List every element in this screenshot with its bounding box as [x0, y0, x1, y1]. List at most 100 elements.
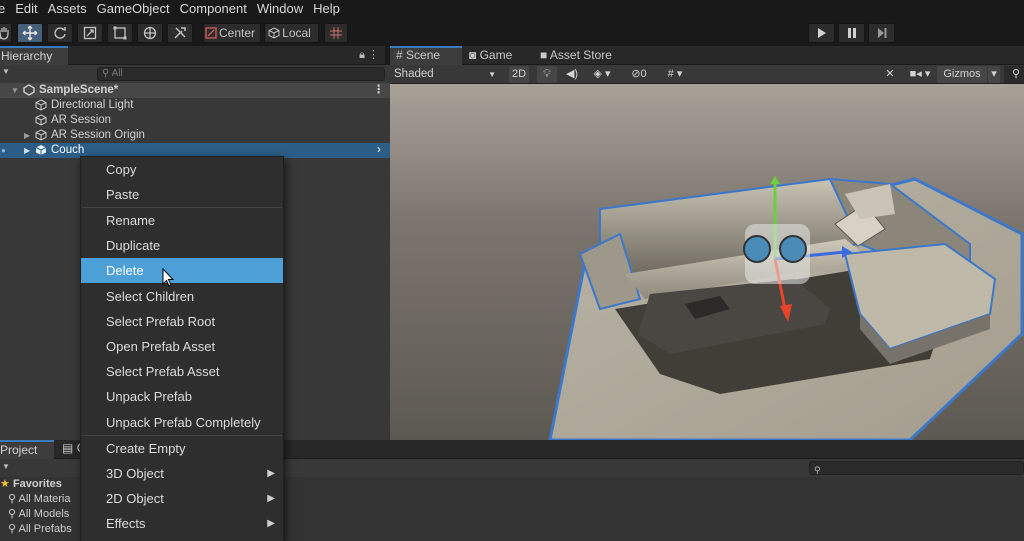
tab-asset-store[interactable]: ■ Asset Store	[540, 46, 630, 65]
grid-snap-button[interactable]	[324, 23, 348, 43]
list-item[interactable]: AR Session	[0, 113, 390, 128]
list-item[interactable]: ⚲ All Materia	[8, 492, 70, 506]
submenu-arrow-icon: ▶	[267, 518, 275, 529]
hierarchy-toolbar: ▼ ⚲ All	[0, 65, 390, 83]
shading-mode-dropdown[interactable]: Shaded ▼	[394, 66, 500, 83]
rotate-icon	[54, 27, 66, 39]
speaker-icon: ◀︎)	[565, 68, 579, 80]
scene-render	[548, 176, 1024, 440]
collapse-arrow-icon[interactable]: ▶	[24, 128, 30, 143]
menu-item-paste[interactable]: Paste	[81, 182, 283, 207]
menu-gameobject[interactable]: GameObject	[92, 0, 175, 18]
star-icon: ★	[0, 478, 10, 490]
list-item[interactable]: ⚲ All Models	[8, 507, 69, 521]
menu-item-delete[interactable]: Delete	[81, 258, 283, 283]
chevron-down-icon: ▼	[488, 70, 496, 79]
eye-slash-icon: ⊘	[631, 68, 641, 80]
pivot-local-label: Local	[282, 26, 311, 40]
camera-dropdown[interactable]: ■◂ ▾	[904, 66, 936, 83]
lighting-toggle[interactable]: 💡︎	[537, 66, 557, 83]
favorites-header[interactable]: ★ Favorites	[0, 477, 62, 491]
tab-game[interactable]: ◙ Game	[469, 46, 529, 65]
hand-tool-button[interactable]	[0, 23, 12, 43]
step-button[interactable]	[868, 23, 895, 43]
submenu-arrow-icon: ▶	[267, 468, 275, 479]
menu-item-select-prefab-root[interactable]: Select Prefab Root	[81, 309, 283, 334]
scene-search-input[interactable]: ⚲	[1004, 66, 1024, 83]
scene-name: SampleScene*	[39, 84, 119, 96]
console-icon: ▤	[62, 441, 74, 455]
menu-item-create-empty[interactable]: Create Empty	[81, 436, 283, 461]
item-label: AR Session	[51, 114, 112, 126]
menu-component[interactable]: Component	[175, 0, 252, 18]
menu-item-copy[interactable]: Copy	[81, 157, 283, 182]
create-dropdown-icon[interactable]: ▼	[2, 67, 10, 76]
chevron-right-icon[interactable]: ›	[377, 143, 381, 158]
bullet-icon: ●	[1, 146, 6, 155]
move-tool-button[interactable]	[17, 23, 43, 43]
tab-scene[interactable]: # Scene	[390, 46, 462, 65]
menu-item-2d-object[interactable]: 2D Object ▶	[81, 486, 283, 511]
project-search-input[interactable]: ⚲	[809, 461, 1024, 475]
menu-item-duplicate[interactable]: Duplicate	[81, 233, 283, 258]
menu-assets[interactable]: Assets	[43, 0, 92, 18]
create-dropdown-icon[interactable]: ▼	[2, 462, 10, 471]
lock-icon[interactable]: 🔒︎ ⋮	[359, 48, 379, 62]
menu-item-3d-object[interactable]: 3D Object ▶	[81, 461, 283, 486]
hierarchy-search-input[interactable]: ⚲ All	[97, 67, 385, 81]
scene-menu-icon[interactable]: ⋮	[373, 83, 385, 98]
collapse-arrow-icon[interactable]: ▶	[24, 143, 30, 158]
rotate-tool-button[interactable]	[47, 23, 73, 43]
pause-button[interactable]	[838, 23, 865, 43]
search-icon: ⚲	[814, 465, 821, 475]
transform-tool-button[interactable]	[137, 23, 163, 43]
shading-mode-label: Shaded	[394, 68, 434, 80]
item-label: All Materia	[18, 493, 71, 505]
menu-edit[interactable]: Edit	[10, 0, 42, 18]
search-icon: ⚲	[8, 523, 17, 535]
menu-file[interactable]: e	[0, 0, 10, 18]
search-icon: ⚲	[8, 493, 17, 505]
tab-hierarchy[interactable]: Hierarchy	[0, 46, 68, 65]
submenu-arrow-icon: ▶	[267, 493, 275, 504]
pivot-icon	[205, 27, 217, 39]
step-icon	[877, 28, 886, 38]
menu-window[interactable]: Window	[252, 0, 308, 18]
menu-item-unpack-prefab-completely[interactable]: Unpack Prefab Completely	[81, 410, 283, 435]
hidden-objects-toggle[interactable]: ⊘0	[622, 66, 656, 83]
pivot-center-toggle[interactable]: Center	[203, 23, 261, 43]
play-icon	[817, 28, 826, 38]
menu-item-unpack-prefab[interactable]: Unpack Prefab	[81, 384, 283, 409]
scene-row[interactable]: ▼ SampleScene* ⋮	[0, 83, 390, 98]
shopping-bag-icon: ■	[540, 48, 548, 62]
grid-toggle[interactable]: # ▾	[660, 66, 690, 83]
menu-help[interactable]: Help	[308, 0, 345, 18]
menu-item-select-prefab-asset[interactable]: Select Prefab Asset	[81, 359, 283, 384]
effects-dropdown[interactable]: ◈ ▾	[586, 66, 618, 83]
scene-viewport[interactable]	[390, 84, 1024, 440]
gameobject-icon	[35, 114, 47, 126]
tab-project[interactable]: Project	[0, 440, 54, 459]
gizmos-label: Gizmos	[943, 68, 981, 80]
scale-tool-button[interactable]	[77, 23, 103, 43]
expand-arrow-icon[interactable]: ▼	[11, 83, 19, 98]
menu-item-effects[interactable]: Effects ▶	[81, 511, 283, 536]
item-label: All Models	[18, 508, 70, 520]
rect-tool-button[interactable]	[107, 23, 133, 43]
main-toolbar: Center Local	[0, 18, 1024, 46]
menu-item-rename[interactable]: Rename	[81, 208, 283, 233]
menu-item-open-prefab-asset[interactable]: Open Prefab Asset	[81, 334, 283, 359]
play-button[interactable]	[808, 23, 835, 43]
list-item[interactable]: Directional Light	[0, 98, 390, 113]
pivot-rotation-toggle[interactable]: Local	[264, 23, 319, 43]
list-item[interactable]: ⚲ All Prefabs	[8, 522, 72, 536]
audio-toggle[interactable]: ◀︎)	[562, 66, 582, 83]
gizmos-dropdown[interactable]: Gizmos	[937, 66, 987, 83]
list-item[interactable]: ▶ AR Session Origin	[0, 128, 390, 143]
menu-item-select-children[interactable]: Select Children	[81, 284, 283, 309]
mode-2d-toggle[interactable]: 2D	[509, 66, 529, 83]
gameobject-icon	[35, 129, 47, 141]
tools-settings-button[interactable]: ✕	[880, 66, 900, 83]
custom-tool-button[interactable]	[167, 23, 193, 43]
gizmos-chevron-icon[interactable]: ▾	[988, 66, 1000, 83]
